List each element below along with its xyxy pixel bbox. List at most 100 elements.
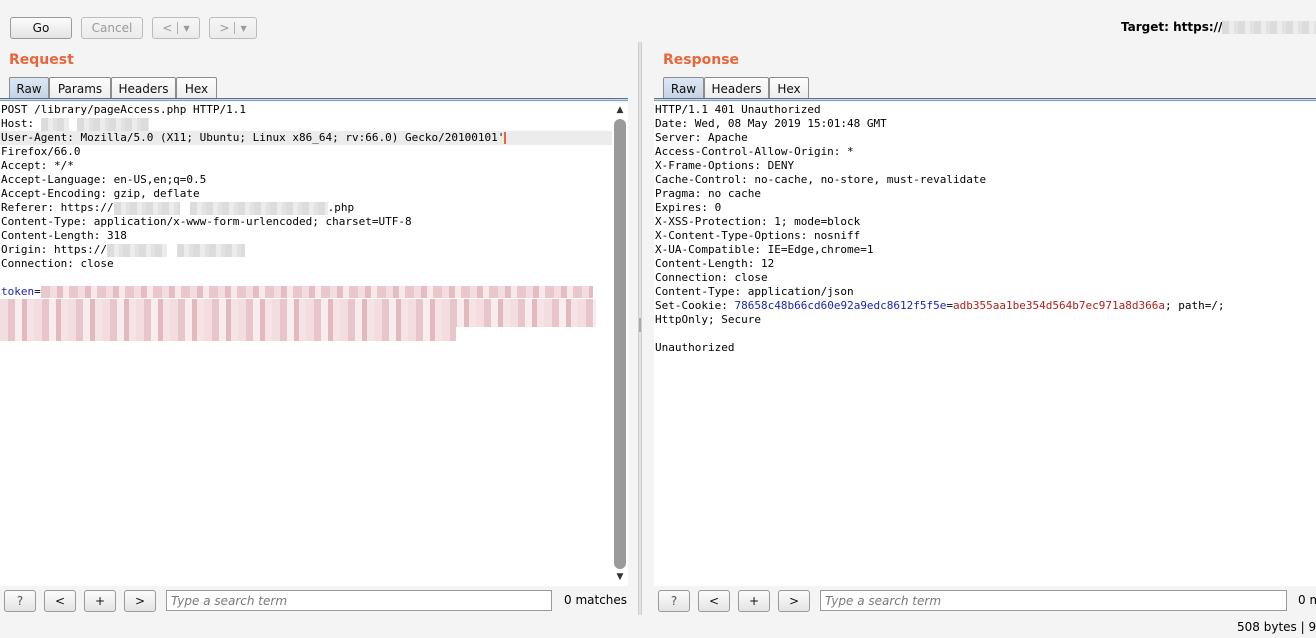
response-tab-raw[interactable]: Raw — [663, 77, 704, 99]
request-search-prev-button[interactable]: < — [44, 590, 76, 612]
response-line: Connection: close — [655, 271, 768, 284]
request-tab-hex[interactable]: Hex — [176, 77, 217, 99]
response-search-add-button[interactable]: + — [738, 590, 770, 612]
redacted-token-block — [0, 299, 612, 341]
response-line: X-UA-Compatible: IE=Edge,chrome=1 — [655, 243, 874, 256]
request-search-add-button[interactable]: + — [84, 590, 116, 612]
response-line: Date: Wed, 08 May 2019 15:01:48 GMT — [655, 117, 887, 130]
text-caret — [504, 132, 507, 144]
request-tab-params[interactable]: Params — [49, 77, 111, 99]
request-line: Connection: close — [1, 257, 114, 270]
scroll-down-icon[interactable]: ▼ — [612, 570, 628, 584]
request-line: Accept: */* — [1, 159, 74, 172]
redacted-token — [40, 286, 593, 298]
request-line: Firefox/66.0 — [1, 145, 81, 158]
status-bar-text: 508 bytes | 97 — [1237, 620, 1316, 634]
cancel-button[interactable]: Cancel — [81, 17, 143, 39]
forward-history-button[interactable]: > ▼ — [209, 17, 257, 39]
user-agent-text: User-Agent: Mozilla/5.0 (X11; Ubuntu; Li… — [1, 131, 498, 144]
request-search-next-button[interactable]: > — [124, 590, 156, 612]
redacted-host — [76, 117, 149, 131]
target-prefix: Target: https:// — [1121, 20, 1223, 34]
redacted-token-row — [0, 327, 456, 341]
request-line: Origin: https:// — [0, 243, 612, 257]
request-tab-headers[interactable]: Headers — [111, 77, 176, 99]
redacted-host — [40, 117, 69, 131]
response-tab-hex[interactable]: Hex — [769, 77, 809, 99]
response-line: HTTP/1.1 401 Unauthorized — [655, 103, 821, 116]
response-search-next-button[interactable]: > — [778, 590, 810, 612]
request-search-input[interactable] — [166, 590, 552, 611]
target-label[interactable]: Target: https:// — [1121, 20, 1316, 34]
response-search-prev-button[interactable]: < — [698, 590, 730, 612]
response-line: HttpOnly; Secure — [655, 313, 761, 326]
request-editor[interactable]: POST /library/pageAccess.php HTTP/1.1 Ho… — [0, 102, 612, 586]
token-param-eq: = — [34, 285, 41, 298]
cookie-name: 78658c48b66cd60e92a9edc8612f5f5e — [734, 299, 947, 312]
response-line: Cache-Control: no-cache, no-store, must-… — [655, 173, 987, 186]
button-divider — [177, 22, 179, 34]
cookie-tail: ; path=/; — [1164, 299, 1225, 312]
request-title: Request — [9, 52, 74, 68]
response-line: Content-Type: application/json — [655, 285, 854, 298]
dropdown-arrow-icon: ▼ — [183, 23, 190, 33]
request-line-current: User-Agent: Mozilla/5.0 (X11; Ubuntu; Li… — [0, 131, 612, 145]
response-line: X-Content-Type-Options: nosniff — [655, 229, 861, 242]
response-line: Pragma: no cache — [655, 187, 761, 200]
request-line: Accept-Language: en-US,en;q=0.5 — [1, 173, 207, 186]
request-tab-raw[interactable]: Raw — [9, 77, 49, 99]
origin-prefix: Origin: https:// — [1, 243, 107, 256]
go-button[interactable]: Go — [10, 17, 72, 39]
response-blank-line — [654, 327, 1316, 341]
redacted-token-row — [0, 299, 596, 313]
request-tab-underline — [0, 98, 628, 101]
response-line: X-Frame-Options: DENY — [655, 159, 795, 172]
referer-suffix: .php — [327, 201, 355, 214]
user-agent-tail: ' — [497, 131, 505, 144]
request-line: Accept-Encoding: gzip, deflate — [1, 187, 200, 200]
response-line: X-XSS-Protection: 1; mode=block — [655, 215, 861, 228]
redacted-token-row — [0, 313, 596, 327]
redacted-referer — [113, 201, 180, 215]
response-search-help-button[interactable]: ? — [658, 590, 690, 612]
referer-prefix: Referer: https:// — [1, 201, 114, 214]
response-editor[interactable]: HTTP/1.1 401 Unauthorized Date: Wed, 08 … — [654, 102, 1316, 586]
response-match-count: 0 m — [1298, 593, 1316, 607]
dropdown-arrow-icon: ▼ — [240, 23, 247, 33]
splitter-grip-icon[interactable] — [639, 318, 641, 332]
response-line: Content-Length: 12 — [655, 257, 775, 270]
redacted-target-host — [1222, 21, 1316, 34]
forward-arrow-icon: > — [219, 21, 230, 35]
response-line: Set-Cookie: 78658c48b66cd60e92a9edc8612f… — [654, 299, 1316, 313]
response-line: Access-Control-Allow-Origin: * — [655, 145, 854, 158]
request-blank-line — [0, 271, 612, 285]
response-tab-underline — [654, 98, 1316, 101]
response-tab-headers[interactable]: Headers — [704, 77, 769, 99]
response-line: Server: Apache — [655, 131, 748, 144]
redacted-origin — [176, 243, 245, 257]
button-divider — [234, 22, 236, 34]
scroll-up-icon[interactable]: ▲ — [612, 103, 628, 117]
back-history-button[interactable]: < ▼ — [152, 17, 200, 39]
token-param-key: token — [1, 285, 35, 298]
response-title: Response — [663, 52, 740, 68]
request-match-count: 0 matches — [564, 593, 628, 607]
response-body-line: Unauthorized — [655, 341, 735, 354]
request-line: Content-Type: application/x-www-form-url… — [1, 215, 412, 228]
back-arrow-icon: < — [162, 21, 173, 35]
cookie-value: adb355aa1be354d564b7ec971a8d366a — [953, 299, 1165, 312]
response-line: Expires: 0 — [655, 201, 722, 214]
request-body-line: token= — [0, 285, 612, 299]
request-scrollbar[interactable]: ▲ ▼ — [612, 103, 628, 586]
request-search-help-button[interactable]: ? — [4, 590, 36, 612]
scroll-thumb[interactable] — [614, 119, 626, 569]
response-search-input[interactable] — [820, 590, 1287, 611]
set-cookie-key: Set-Cookie: — [655, 299, 735, 312]
request-line: Content-Length: 318 — [1, 229, 127, 242]
host-header-key: Host: — [1, 117, 41, 130]
redacted-referer — [189, 201, 328, 215]
redacted-origin — [106, 243, 167, 257]
request-line: Referer: https:// .php — [0, 201, 612, 215]
request-line: Host: — [0, 117, 612, 131]
request-line: POST /library/pageAccess.php HTTP/1.1 — [1, 103, 247, 116]
